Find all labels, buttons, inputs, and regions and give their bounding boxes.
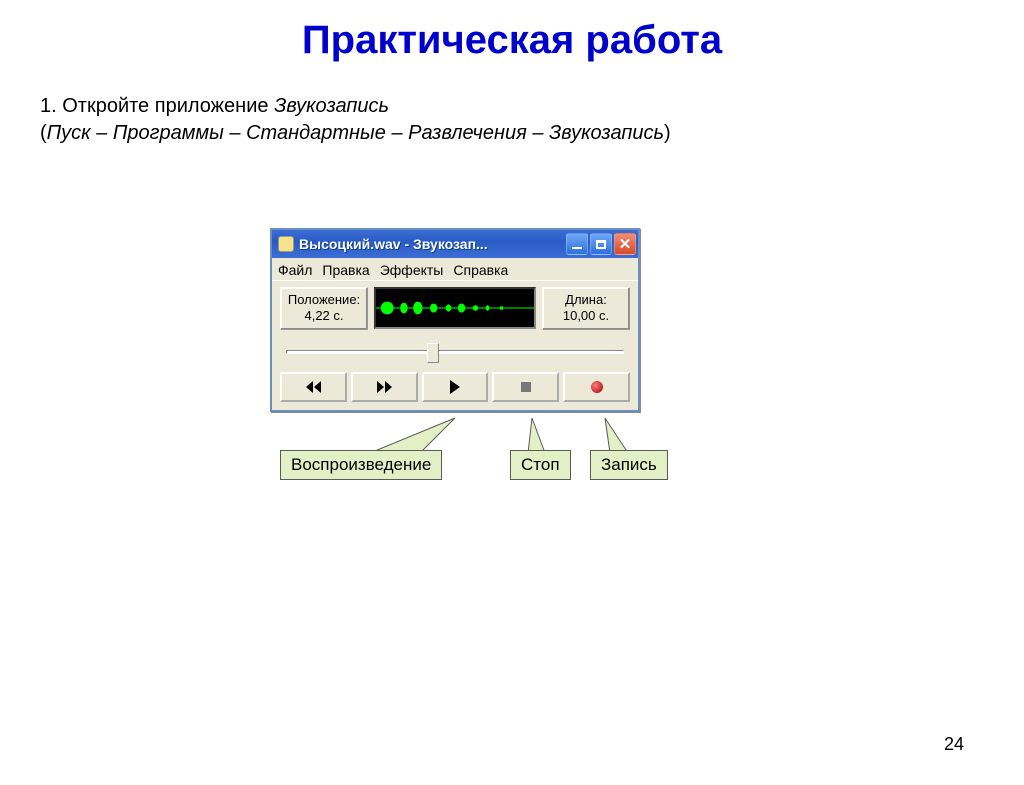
maximize-button[interactable] (590, 233, 612, 255)
record-icon (591, 381, 603, 393)
window-title: Высоцкий.wav - Звукозап... (299, 236, 566, 252)
rewind-icon (306, 381, 321, 393)
stop-button[interactable] (492, 372, 559, 402)
slide-title: Практическая работа (0, 18, 1024, 63)
menubar: Файл Правка Эффекты Справка (272, 258, 638, 280)
play-icon (450, 380, 460, 394)
record-button[interactable] (563, 372, 630, 402)
forward-button[interactable] (351, 372, 418, 402)
length-value: 10,00 с. (549, 308, 623, 324)
maximize-icon (596, 240, 606, 249)
callout-play: Воспроизведение (280, 450, 442, 480)
length-label: Длина: (549, 292, 623, 308)
position-box: Положение: 4,22 с. (280, 287, 368, 330)
callout-record: Запись (590, 450, 668, 480)
waveform-display (374, 287, 536, 329)
instructions: 1. Откройте приложение Звукозапись (Пуск… (40, 93, 1024, 147)
instruction-appname: Звукозапись (274, 95, 389, 117)
length-box: Длина: 10,00 с. (542, 287, 630, 330)
rewind-button[interactable] (280, 372, 347, 402)
menu-effects[interactable]: Эффекты (380, 262, 444, 278)
stop-icon (521, 382, 531, 392)
slider-thumb[interactable] (427, 343, 439, 363)
menu-file[interactable]: Файл (278, 262, 312, 278)
minimize-icon (572, 247, 582, 249)
titlebar[interactable]: Высоцкий.wav - Звукозап... ✕ (272, 230, 638, 258)
menu-help[interactable]: Справка (453, 262, 508, 278)
forward-icon (377, 381, 392, 393)
instruction-path: Пуск – Программы – Стандартные – Развлеч… (47, 122, 664, 144)
instruction-paren-open: ( (40, 122, 47, 144)
close-button[interactable]: ✕ (614, 233, 636, 255)
play-button[interactable] (422, 372, 489, 402)
sound-recorder-window: Высоцкий.wav - Звукозап... ✕ Файл Правка… (270, 228, 640, 412)
callout-stop: Стоп (510, 450, 571, 480)
minimize-button[interactable] (566, 233, 588, 255)
position-label: Положение: (287, 292, 361, 308)
menu-edit[interactable]: Правка (322, 262, 369, 278)
waveform-icon (376, 289, 534, 327)
slider-track (286, 350, 624, 354)
instruction-paren-close: ) (664, 122, 671, 144)
position-slider[interactable] (280, 342, 630, 362)
position-value: 4,22 с. (287, 308, 361, 324)
close-icon: ✕ (619, 235, 632, 253)
app-icon (278, 236, 294, 252)
page-number: 24 (944, 734, 964, 755)
instruction-text: 1. Откройте приложение (40, 95, 274, 117)
